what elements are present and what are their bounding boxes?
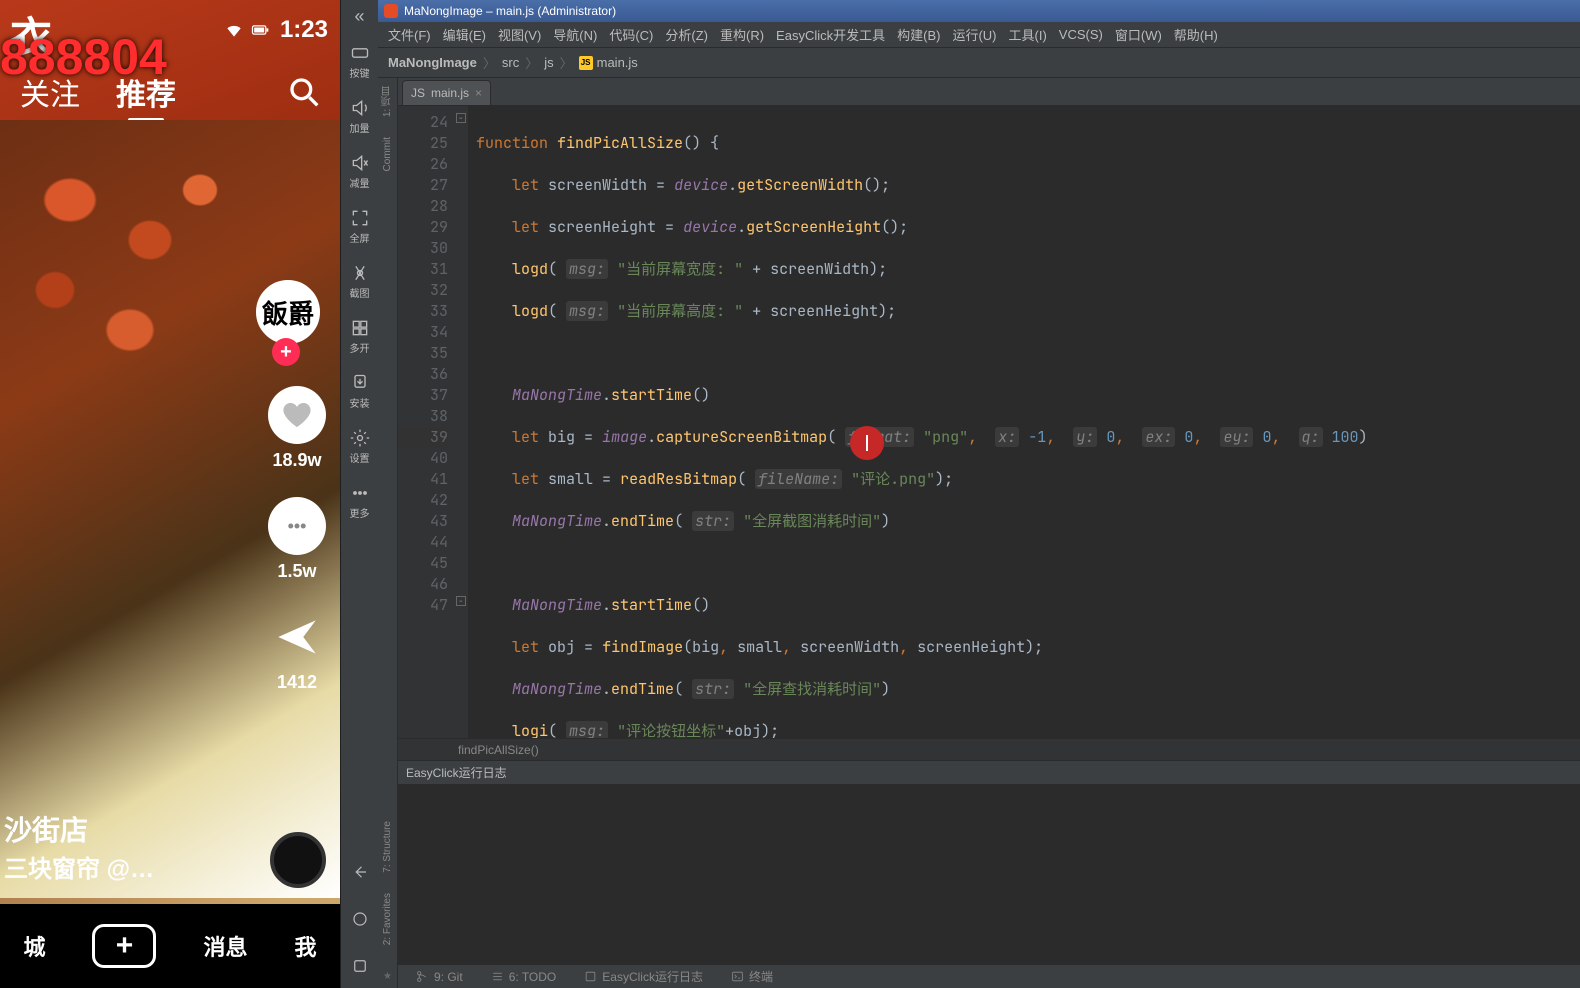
strip-terminal[interactable]: 终端 [731,968,773,985]
menu-window[interactable]: 窗口(W) [1115,25,1162,44]
app-icon [384,4,398,18]
tool-multi[interactable]: 多开 [341,312,378,361]
tab-recommend[interactable]: 推荐 [116,70,176,114]
comment-button[interactable]: 1.5w [268,497,326,582]
strip-easyclick-log[interactable]: EasyClick运行日志 [584,968,703,985]
like-button[interactable]: 18.9w [268,386,326,471]
strip-git[interactable]: 9: Git [416,970,463,984]
menu-vcs[interactable]: VCS(S) [1059,27,1103,42]
menu-navigate[interactable]: 导航(N) [553,25,597,44]
editor-tabs: JS main.js × [398,78,1580,106]
share-count: 1412 [277,672,317,693]
fold-collapse-icon[interactable]: − [456,596,466,606]
menu-edit[interactable]: 编辑(E) [443,25,486,44]
author-avatar[interactable]: 飯爵 [256,280,320,344]
strip-todo[interactable]: 6: TODO [491,970,557,984]
phone-bottom-nav: 城 + 消息 我 [0,904,340,988]
log-panel-header[interactable]: EasyClick运行日志 [398,760,1580,784]
menu-help[interactable]: 帮助(H) [1174,25,1218,44]
battery-icon [250,20,270,40]
rail-structure[interactable]: 7: Structure [382,821,393,873]
tool-fullscreen[interactable]: 全屏 [341,202,378,251]
recording-cursor-icon [850,426,884,460]
home-icon[interactable] [351,900,369,941]
recents-icon[interactable] [351,947,369,988]
caption-shop[interactable]: 沙街店 [4,810,250,852]
comment-icon [282,511,312,541]
nav-home[interactable]: 城 [23,930,45,962]
ide-window: MaNongImage – main.js (Administrator) 文件… [378,0,1580,988]
action-column: 18.9w 1.5w 1412 [268,386,326,693]
signal-icons [224,20,270,40]
tool-more[interactable]: 更多 [341,477,378,526]
fold-column: − − [456,106,468,738]
code-body[interactable]: function findPicAllSize() { let screenWi… [468,106,1580,738]
tool-volume-down[interactable]: 减量 [341,147,378,196]
menu-code[interactable]: 代码(C) [609,25,653,44]
rail-project[interactable]: 1: 项目 [380,86,395,117]
close-tab-icon[interactable]: × [475,86,482,100]
back-icon[interactable] [351,853,369,894]
menu-bar: 文件(F) 编辑(E) 视图(V) 导航(N) 代码(C) 分析(Z) 重构(R… [378,22,1580,48]
bottom-tool-strip: 9: Git 6: TODO EasyClick运行日志 终端 [398,964,1580,988]
wifi-icon [224,20,244,40]
search-icon[interactable] [288,76,320,108]
js-file-icon: JS [579,56,593,70]
phone-mirror: 衣 888804 1:23 关注 推荐 飯爵 + 18.9w 1.5w 1412 [0,0,340,988]
editor-crumb[interactable]: findPicAllSize() [398,738,1580,760]
tool-screenshot[interactable]: 截图 [341,257,378,306]
share-icon [272,612,322,662]
window-title-bar[interactable]: MaNongImage – main.js (Administrator) [378,0,1580,22]
phone-status-bar: 1:23 [0,0,340,60]
nav-create-button[interactable]: + [92,924,156,968]
share-button[interactable]: 1412 [268,608,326,693]
editor-zone: JS main.js × 242526272829303132333435363… [398,78,1580,988]
video-caption: 沙街店 三块窗帘 @… [4,810,250,888]
tool-settings[interactable]: 设置 [341,422,378,471]
nav-messages[interactable]: 消息 [203,930,247,962]
breadcrumb: MaNongImage〉 src〉 js〉 JSmain.js [378,48,1580,78]
like-count: 18.9w [272,450,321,471]
menu-tools[interactable]: 工具(I) [1009,25,1047,44]
collapse-icon[interactable]: « [354,6,364,27]
tab-follow[interactable]: 关注 [20,70,80,114]
line-gutter: 2425262728293031323334353637383940414243… [398,106,456,738]
crumb-src[interactable]: src [502,55,519,70]
crumb-js[interactable]: js [544,55,553,70]
menu-refactor[interactable]: 重构(R) [720,25,764,44]
heart-icon [281,399,313,431]
menu-view[interactable]: 视图(V) [498,25,541,44]
rail-favorites[interactable]: 2: Favorites [382,893,393,945]
menu-run[interactable]: 运行(U) [952,25,996,44]
left-tool-rail: 1: 项目 Commit 7: Structure 2: Favorites ★ [378,78,398,988]
comment-count: 1.5w [277,561,316,582]
menu-analyze[interactable]: 分析(Z) [665,25,708,44]
mirror-toolbar: « 按键 加量 减量 全屏 截图 多开 安装 设置 更多 [340,0,378,988]
tool-volume-up[interactable]: 加量 [341,92,378,141]
crumb-project[interactable]: MaNongImage [388,55,477,70]
js-file-icon: JS [411,86,425,100]
code-editor[interactable]: 2425262728293031323334353637383940414243… [398,106,1580,738]
feed-tabs: 关注 推荐 [0,70,340,114]
caption-text: 三块窗帘 @… [4,852,250,888]
crumb-file[interactable]: JSmain.js [579,55,638,70]
music-disc-icon[interactable] [270,832,326,888]
tool-install[interactable]: 安装 [341,367,378,416]
rail-commit[interactable]: Commit [382,137,393,171]
window-title: MaNongImage – main.js (Administrator) [404,4,616,18]
log-panel-body[interactable] [398,784,1580,964]
fold-collapse-icon[interactable]: − [456,113,466,123]
nav-me[interactable]: 我 [294,930,316,962]
tool-keyboard[interactable]: 按键 [341,37,378,86]
menu-build[interactable]: 构建(B) [897,25,940,44]
menu-file[interactable]: 文件(F) [388,25,431,44]
file-tab-main-js[interactable]: JS main.js × [402,80,491,105]
phone-time: 1:23 [280,16,328,44]
follow-plus-icon[interactable]: + [272,338,300,366]
menu-easyclick[interactable]: EasyClick开发工具 [776,25,885,44]
